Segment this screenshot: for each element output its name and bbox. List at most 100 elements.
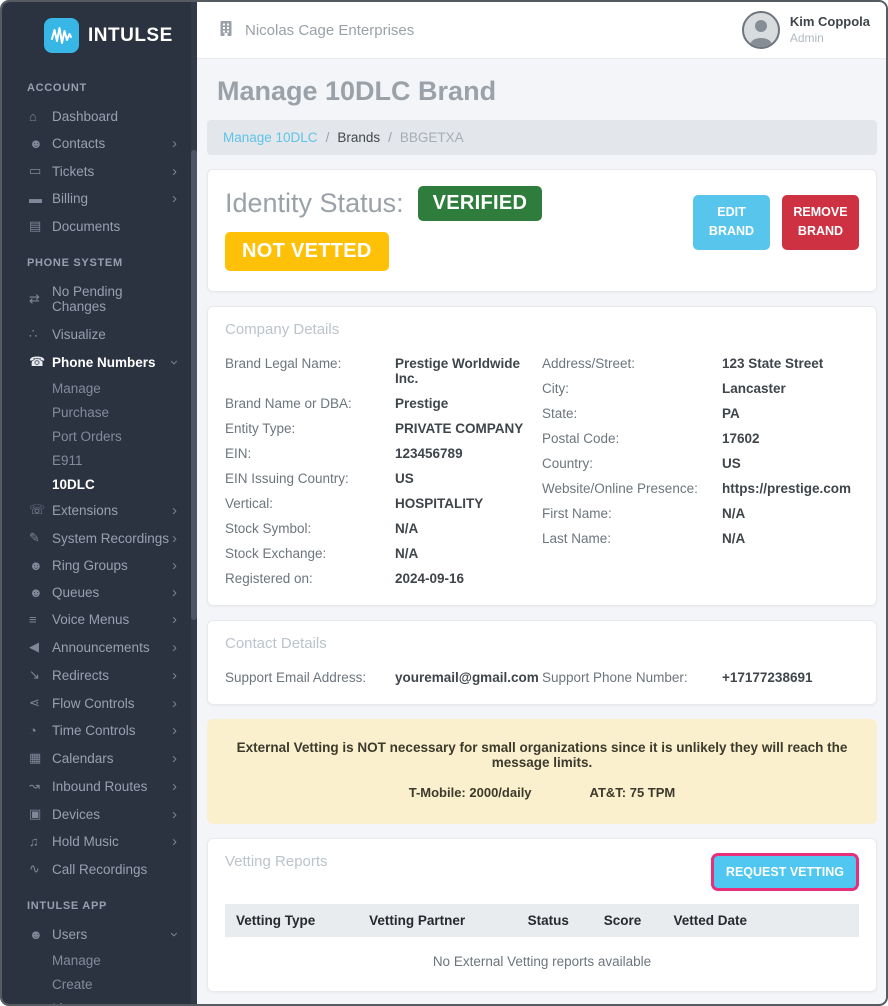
sidebar-item-flow-controls[interactable]: ⋖Flow Controls›: [2, 689, 197, 717]
field-value-registered-on: 2024-09-16: [395, 566, 542, 591]
sidebar-item-time-controls[interactable]: ◔Time Controls›: [2, 717, 197, 744]
sidebar-item-documents[interactable]: ▤Documents: [2, 212, 197, 240]
vetting-reports-table: Vetting TypeVetting PartnerStatusScoreVe…: [225, 904, 859, 977]
sidebar-item-label: Dashboard: [52, 109, 177, 124]
chevron-right-icon: ›: [172, 531, 177, 546]
request-vetting-button[interactable]: REQUEST VETTING: [714, 856, 856, 888]
sidebar-item-label: Contacts: [52, 136, 172, 151]
sidebar-item-label: Documents: [52, 219, 177, 234]
contact-details-title: Contact Details: [225, 635, 859, 652]
ring-groups-icon: ☻: [29, 558, 52, 573]
field-label-stock-exchange: Stock Exchange:: [225, 541, 395, 566]
sidebar-subitem-e911[interactable]: E911: [2, 448, 197, 472]
verified-badge: VERIFIED: [418, 186, 543, 221]
sidebar-item-extensions[interactable]: ☏Extensions›: [2, 496, 197, 524]
sidebar-subitem-licenses[interactable]: Licenses: [2, 996, 197, 1004]
user-name: Kim Coppola: [790, 14, 870, 31]
sidebar-item-billing[interactable]: ▬Billing›: [2, 185, 197, 212]
sidebar-item-users[interactable]: ☻Users›: [2, 921, 197, 948]
breadcrumb-brands: Brands: [337, 130, 380, 145]
sidebar-item-inbound-routes[interactable]: ↝Inbound Routes›: [2, 772, 197, 800]
sidebar-item-dashboard[interactable]: ⌂Dashboard: [2, 103, 197, 130]
sidebar-item-label: Flow Controls: [52, 696, 172, 711]
brand-logo[interactable]: INTULSE: [2, 14, 197, 65]
page-content: Manage 10DLC / Brands / BBGETXA Identity…: [197, 120, 886, 1004]
column-header-score: Score: [593, 904, 663, 937]
billing-icon: ▬: [29, 191, 52, 206]
field-value-support-email-address: youremail@gmail.com: [395, 665, 542, 690]
sidebar-item-tickets[interactable]: ▭Tickets›: [2, 157, 197, 185]
main-area: Nicolas Cage Enterprises Kim Coppola Adm…: [197, 2, 886, 1004]
field-label-brand-legal-name: Brand Legal Name:: [225, 351, 395, 391]
sidebar-item-label: Devices: [52, 807, 172, 822]
chevron-right-icon: ›: [172, 807, 177, 822]
field-value-city: Lancaster: [722, 376, 859, 401]
sidebar-item-label: Inbound Routes: [52, 779, 172, 794]
sidebar-subitem-purchase[interactable]: Purchase: [2, 400, 197, 424]
sidebar-scrollbar[interactable]: [191, 2, 197, 1004]
sidebar-section-label-account: ACCOUNT: [2, 65, 197, 103]
remove-brand-button[interactable]: REMOVE BRAND: [782, 195, 859, 250]
sidebar-item-calendars[interactable]: ▦Calendars›: [2, 744, 197, 772]
field-label-registered-on: Registered on:: [225, 566, 395, 591]
chevron-right-icon: ›: [172, 191, 177, 206]
chevron-right-icon: ›: [172, 503, 177, 518]
field-value-support-phone-number: +17177238691: [722, 665, 859, 690]
sidebar-item-voice-menus[interactable]: ≡Voice Menus›: [2, 606, 197, 633]
document-icon: ▤: [29, 218, 52, 234]
chevron-right-icon: ›: [172, 834, 177, 849]
chevron-right-icon: ›: [172, 751, 177, 766]
sidebar-subitem-10dlc[interactable]: 10DLC: [2, 472, 197, 496]
limit-at-t-75-tpm: AT&T: 75 TPM: [590, 785, 676, 800]
company-details-title: Company Details: [225, 321, 859, 338]
column-header-vetting-partner: Vetting Partner: [358, 904, 517, 937]
edit-brand-button[interactable]: EDIT BRAND: [693, 195, 770, 250]
field-label-vertical: Vertical:: [225, 491, 395, 516]
sidebar-subitem-create[interactable]: Create: [2, 972, 197, 996]
sidebar-item-devices[interactable]: ▣Devices›: [2, 800, 197, 828]
home-icon: ⌂: [29, 109, 52, 124]
sidebar-item-ring-groups[interactable]: ☻Ring Groups›: [2, 552, 197, 579]
sidebar-item-system-recordings[interactable]: ✎System Recordings›: [2, 524, 197, 552]
breadcrumb-separator: /: [326, 130, 330, 145]
user-menu[interactable]: Kim Coppola Admin: [742, 11, 870, 49]
flow-icon: ⋖: [29, 695, 52, 711]
field-label-support-phone-number: Support Phone Number:: [542, 665, 722, 690]
field-label-entity-type: Entity Type:: [225, 416, 395, 441]
chevron-right-icon: ›: [172, 640, 177, 655]
brand-name: INTULSE: [88, 25, 173, 47]
field-label-address-street: Address/Street:: [542, 351, 722, 376]
field-label-brand-name-or-dba: Brand Name or DBA:: [225, 391, 395, 416]
company-details-right: Address/Street:123 State StreetCity:Lanc…: [542, 351, 859, 591]
sidebar-item-contacts[interactable]: ☻Contacts›: [2, 130, 197, 157]
field-value-brand-legal-name: Prestige Worldwide Inc.: [395, 351, 542, 391]
avatar[interactable]: [742, 11, 780, 49]
sidebar-item-visualize[interactable]: ∴Visualize: [2, 320, 197, 348]
vetting-warning-message: External Vetting is NOT necessary for sm…: [233, 740, 851, 770]
breadcrumb-manage-10dlc[interactable]: Manage 10DLC: [223, 130, 318, 145]
sidebar-item-label: Queues: [52, 585, 172, 600]
sidebar-item-call-recordings[interactable]: ∿Call Recordings: [2, 855, 197, 883]
field-label-state: State:: [542, 401, 722, 426]
breadcrumb-separator: /: [388, 130, 392, 145]
sidebar-subitem-manage[interactable]: Manage: [2, 948, 197, 972]
sidebar-item-queues[interactable]: ☻Queues›: [2, 579, 197, 606]
sidebar-item-phone-numbers[interactable]: ☎Phone Numbers›: [2, 348, 197, 376]
sidebar-item-hold-music[interactable]: ♫Hold Music›: [2, 828, 197, 855]
identity-status-title: Identity Status:: [225, 188, 404, 219]
contact-details-right: Support Phone Number:+17177238691: [542, 665, 859, 690]
chevron-right-icon: ›: [172, 558, 177, 573]
field-label-support-email-address: Support Email Address:: [225, 665, 395, 690]
intulse-waveform-icon: [44, 18, 79, 53]
sidebar-subitem-manage[interactable]: Manage: [2, 376, 197, 400]
sidebar-item-no-pending-changes[interactable]: ⇄No Pending Changes: [2, 278, 197, 320]
chevron-right-icon: ›: [172, 612, 177, 627]
sidebar-scrollbar-thumb[interactable]: [191, 150, 197, 620]
sidebar-subitem-port-orders[interactable]: Port Orders: [2, 424, 197, 448]
sidebar-item-redirects[interactable]: ↘Redirects›: [2, 661, 197, 689]
sidebar-item-label: Hold Music: [52, 834, 172, 849]
field-label-ein: EIN:: [225, 441, 395, 466]
field-value-stock-symbol: N/A: [395, 516, 542, 541]
sidebar-item-announcements[interactable]: ◀Announcements›: [2, 633, 197, 661]
queues-icon: ☻: [29, 585, 52, 600]
